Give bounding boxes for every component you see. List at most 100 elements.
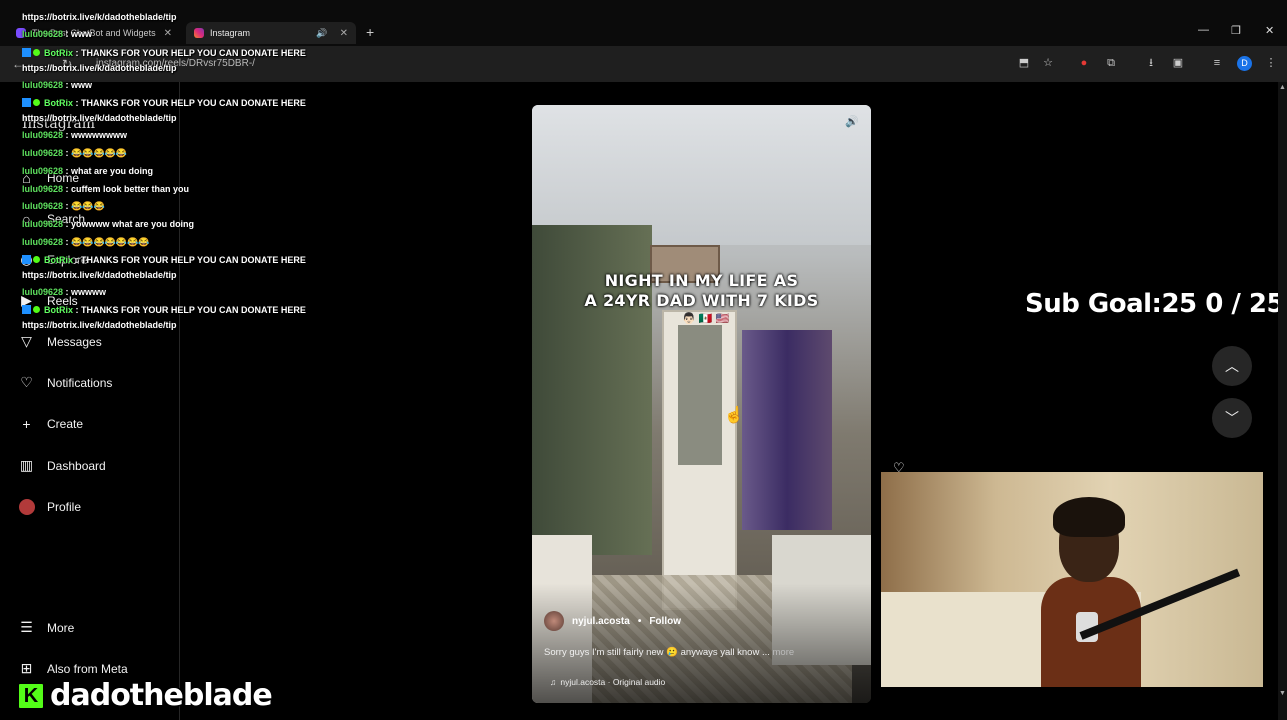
extensions-icon[interactable]: ⧉ xyxy=(1104,56,1118,70)
bookmark-star-icon[interactable]: ☆ xyxy=(1041,56,1055,70)
sidebar-item-also-from-meta[interactable]: ⊞ Also from Meta xyxy=(18,660,128,677)
heart-icon: ♡ xyxy=(20,374,33,390)
chat-username: lulu09628 xyxy=(22,287,64,297)
chat-text: : THANKS FOR YOUR HELP YOU CAN DONATE HE… xyxy=(75,48,306,58)
sub-goal-counter: Sub Goal:25 0 / 25 xyxy=(1025,289,1285,319)
instagram-favicon-icon xyxy=(194,28,204,38)
chat-text: : cuffem look better than you xyxy=(65,184,190,194)
sidebar-item-label: Messages xyxy=(47,334,102,349)
menu-icon: ☰ xyxy=(20,619,33,635)
chat-text: https://botrix.live/k/dadotheblade/tip xyxy=(22,63,177,73)
meta-icon: ⊞ xyxy=(20,660,33,676)
streamer-hair xyxy=(1053,497,1125,537)
scroll-down-icon[interactable]: ▼ xyxy=(1279,690,1286,697)
chat-text: https://botrix.live/k/dadotheblade/tip xyxy=(22,320,177,330)
sidebar-item-label: More xyxy=(47,620,75,635)
sidebar-item-label: Dashboard xyxy=(47,458,106,473)
download-icon[interactable]: ⭳ xyxy=(1144,56,1158,70)
chat-username: lulu09628 xyxy=(22,201,64,211)
chat-text: https://botrix.live/k/dadotheblade/tip xyxy=(22,12,177,22)
chat-message: BotRix : THANKS FOR YOUR HELP YOU CAN DO… xyxy=(22,305,306,315)
scrollbar[interactable] xyxy=(1278,82,1287,720)
sidebar-item-more[interactable]: ☰ More xyxy=(18,619,74,636)
reel-video[interactable]: NIGHT IN MY LIFE AS A 24YR DAD WITH 7 KI… xyxy=(532,105,871,703)
chat-message: https://botrix.live/k/dadotheblade/tip xyxy=(22,113,177,123)
chat-username: BotRix xyxy=(44,305,73,315)
chat-text: : yowwww what are you doing xyxy=(65,219,195,229)
chat-username: BotRix xyxy=(44,48,73,58)
follow-button[interactable]: Follow xyxy=(649,616,681,627)
caption-text: Sorry guys I'm still fairly new 🥲 anyway… xyxy=(544,647,770,658)
chat-message: lulu09628 : www xyxy=(22,80,92,90)
chat-message: lulu09628 : wwwwwwww xyxy=(22,130,127,140)
plus-icon: + xyxy=(22,415,31,432)
chat-text: : THANKS FOR YOUR HELP YOU CAN DONATE HE… xyxy=(75,305,306,315)
chat-message: lulu09628 : 😂😂😂😂😂 xyxy=(22,148,127,159)
split-view-icon[interactable]: ▣ xyxy=(1171,56,1185,70)
chat-message: lulu09628 : yowwww what are you doing xyxy=(22,219,194,229)
mod-badge-icon xyxy=(22,98,31,107)
chat-message: https://botrix.live/k/dadotheblade/tip xyxy=(22,63,177,73)
media-controls-icon[interactable]: ≡ xyxy=(1210,56,1224,70)
restore-icon[interactable]: ❐ xyxy=(1231,24,1241,37)
chat-message: https://botrix.live/k/dadotheblade/tip xyxy=(22,12,177,22)
sidebar-item-messages[interactable]: ▽ Messages xyxy=(18,333,102,350)
chat-username: lulu09628 xyxy=(22,184,64,194)
bot-badge-icon xyxy=(33,306,40,313)
close-tab-icon[interactable]: ✕ xyxy=(340,28,348,39)
channel-badge: K dadotheblade xyxy=(16,677,274,715)
chat-text: : 😂😂😂 xyxy=(65,201,105,211)
close-tab-icon[interactable]: ✕ xyxy=(164,28,172,39)
chat-text: : what are you doing xyxy=(65,166,154,176)
chat-username: lulu09628 xyxy=(22,166,64,176)
tab-title: Instagram xyxy=(210,28,251,38)
chat-message: https://botrix.live/k/dadotheblade/tip xyxy=(22,320,177,330)
previous-reel-button[interactable]: ︿ xyxy=(1212,346,1252,386)
profile-avatar[interactable]: D xyxy=(1237,56,1252,71)
chat-message: lulu09628 : wwwww xyxy=(22,287,106,297)
webcam-feed xyxy=(881,472,1263,687)
sidebar-item-dashboard[interactable]: ▥ Dashboard xyxy=(18,457,106,474)
chat-username: lulu09628 xyxy=(22,219,64,229)
reel-author-row: nyjul.acosta • Follow xyxy=(544,611,681,631)
author-name[interactable]: nyjul.acosta xyxy=(572,616,630,627)
tab-instagram[interactable]: Instagram 🔊 ✕ xyxy=(186,22,356,44)
send-icon: ▽ xyxy=(21,333,32,349)
scroll-up-icon[interactable]: ▲ xyxy=(1279,84,1286,91)
bot-badge-icon xyxy=(33,49,40,56)
more-link[interactable]: more xyxy=(773,647,795,658)
window-close-icon[interactable]: ✕ xyxy=(1265,24,1274,37)
sidebar-item-notifications[interactable]: ♡ Notifications xyxy=(18,374,112,391)
next-reel-button[interactable]: ﹀ xyxy=(1212,398,1252,438)
chat-text: : www xyxy=(65,80,93,90)
chat-message: BotRix : THANKS FOR YOUR HELP YOU CAN DO… xyxy=(22,255,306,265)
hand-cursor-icon: ☝ xyxy=(724,407,744,424)
reel-caption: Sorry guys I'm still fairly new 🥲 anyway… xyxy=(544,647,864,658)
music-note-icon: ♫ xyxy=(550,677,557,687)
sidebar-item-label: Also from Meta xyxy=(47,661,128,676)
sidebar-item-label: Create xyxy=(47,416,84,431)
new-tab-icon[interactable]: + xyxy=(366,24,374,40)
volume-icon[interactable]: 🔊 xyxy=(845,115,861,131)
chat-message: BotRix : THANKS FOR YOUR HELP YOU CAN DO… xyxy=(22,98,306,108)
minimize-icon[interactable]: — xyxy=(1198,24,1209,36)
speaker-icon[interactable]: 🔊 xyxy=(316,28,327,39)
chat-username: lulu09628 xyxy=(22,29,64,39)
kebab-menu-icon[interactable]: ⋮ xyxy=(1264,56,1278,70)
reel-audio[interactable]: ♫ nyjul.acosta · Original audio xyxy=(550,677,665,687)
chat-text: : THANKS FOR YOUR HELP YOU CAN DONATE HE… xyxy=(75,98,306,108)
sidebar-item-profile[interactable]: Profile xyxy=(18,498,81,515)
separator: • xyxy=(637,615,642,627)
chat-username: lulu09628 xyxy=(22,130,64,140)
sidebar-item-label: Profile xyxy=(47,499,82,514)
avatar xyxy=(18,498,35,515)
avatar[interactable] xyxy=(544,611,564,631)
chat-username: BotRix xyxy=(44,255,73,265)
chat-message: BotRix : THANKS FOR YOUR HELP YOU CAN DO… xyxy=(22,48,306,58)
chat-text: : www xyxy=(65,29,93,39)
sidebar-item-label: Notifications xyxy=(47,375,113,390)
sidebar-item-create[interactable]: + Create xyxy=(18,415,83,432)
install-app-icon[interactable]: ⬒ xyxy=(1017,56,1031,70)
extension-red-icon[interactable]: ● xyxy=(1077,56,1091,70)
mod-badge-icon xyxy=(22,305,31,314)
